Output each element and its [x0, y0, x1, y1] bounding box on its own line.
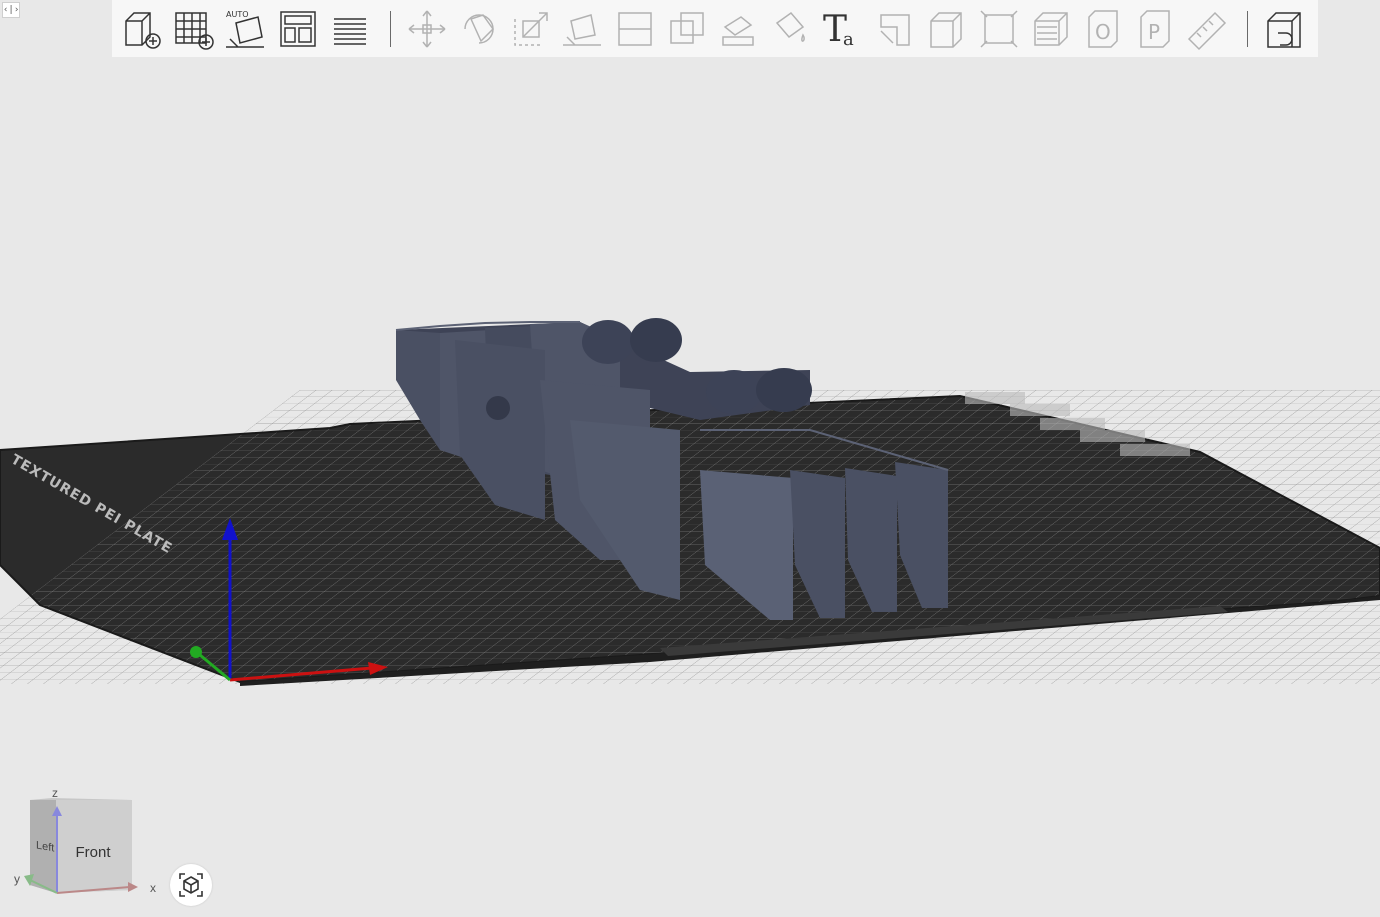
reset-view-icon — [179, 873, 203, 897]
view-cube-z: z — [52, 786, 58, 800]
3d-viewport[interactable]: TEXTURED PEI PLATE Front Left z x y — [0, 0, 1380, 917]
reset-view-button[interactable] — [170, 864, 212, 906]
build-plate: TEXTURED PEI PLATE — [0, 390, 1380, 686]
view-cube[interactable]: Front Left z x y — [14, 786, 156, 895]
view-cube-x: x — [150, 881, 156, 895]
view-cube-front[interactable]: Front — [75, 844, 111, 861]
view-cube-y: y — [14, 872, 20, 886]
